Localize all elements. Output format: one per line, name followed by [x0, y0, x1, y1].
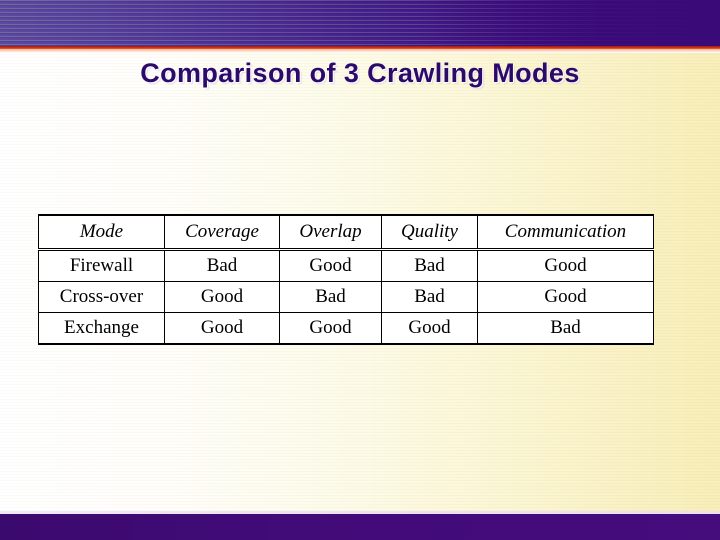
- footer-bar: [0, 514, 720, 540]
- table-row: Firewall Bad Good Bad Good: [38, 249, 654, 282]
- top-banner: [0, 0, 720, 46]
- table-header-row: Mode Coverage Overlap Quality Communicat…: [38, 214, 654, 251]
- cell-quality: Bad: [381, 281, 478, 313]
- cell-communication: Good: [477, 281, 654, 313]
- column-header-coverage: Coverage: [164, 214, 280, 251]
- cell-quality: Bad: [381, 249, 478, 282]
- cell-communication: Good: [477, 249, 654, 282]
- slide-canvas: Comparison of 3 Crawling Modes Mode Cove…: [0, 0, 720, 540]
- cell-communication: Bad: [477, 312, 654, 345]
- column-header-quality: Quality: [381, 214, 478, 251]
- cell-overlap: Bad: [279, 281, 382, 313]
- cell-quality: Good: [381, 312, 478, 345]
- comparison-table-container: Mode Coverage Overlap Quality Communicat…: [38, 214, 654, 345]
- table-row: Cross-over Good Bad Bad Good: [38, 281, 654, 313]
- cell-coverage: Good: [164, 312, 280, 345]
- cell-mode: Exchange: [38, 312, 165, 345]
- cell-overlap: Good: [279, 249, 382, 282]
- column-header-overlap: Overlap: [279, 214, 382, 251]
- cell-mode: Cross-over: [38, 281, 165, 313]
- column-header-communication: Communication: [477, 214, 654, 251]
- comparison-table: Mode Coverage Overlap Quality Communicat…: [38, 214, 654, 345]
- cell-coverage: Bad: [164, 249, 280, 282]
- cell-mode: Firewall: [38, 249, 165, 282]
- banner-accent-glow: [0, 49, 720, 53]
- table-row: Exchange Good Good Good Bad: [38, 312, 654, 345]
- cell-overlap: Good: [279, 312, 382, 345]
- cell-coverage: Good: [164, 281, 280, 313]
- column-header-mode: Mode: [38, 214, 165, 251]
- top-banner-gradient-overlay: [420, 0, 720, 46]
- page-title: Comparison of 3 Crawling Modes: [140, 58, 580, 88]
